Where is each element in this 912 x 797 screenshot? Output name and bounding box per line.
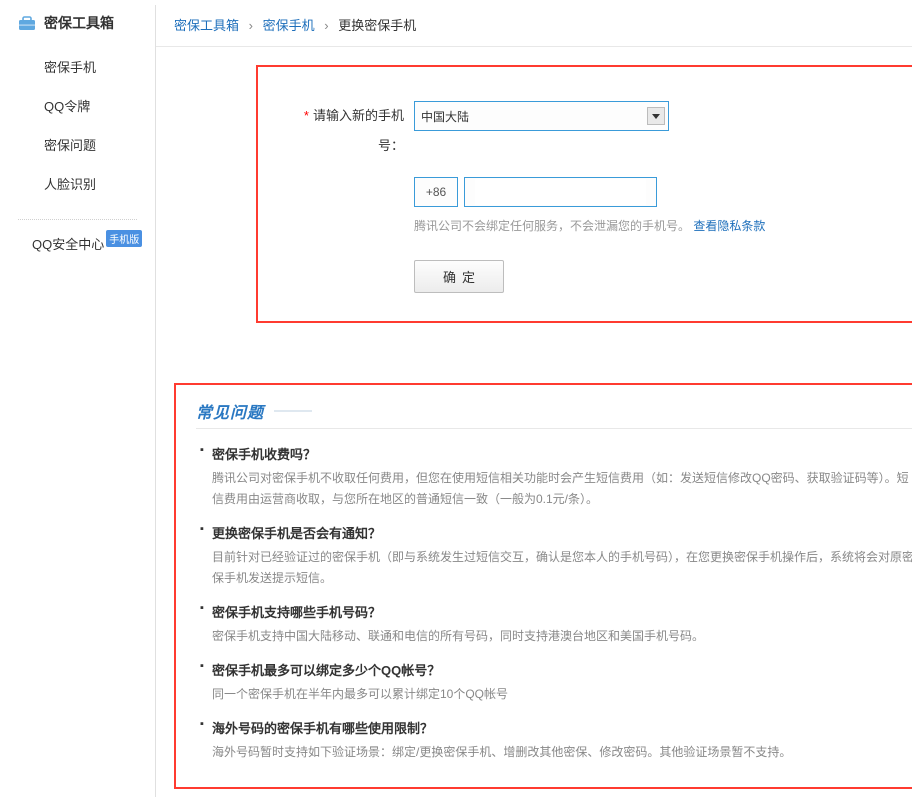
faq: 常见问题 密保手机收费吗？ 腾讯公司对密保手机不收取任何费用，但您在使用短信相关…	[174, 383, 912, 789]
required-mark: *	[304, 108, 309, 123]
hint-text: 腾讯公司不会绑定任何服务，不会泄漏您的手机号。	[414, 219, 690, 233]
faq-question: 密保手机收费吗？	[202, 444, 912, 463]
faq-answer: 目前针对已经验证过的密保手机（即与系统发生过短信交互，确认是您本人的手机号码），…	[202, 547, 912, 589]
breadcrumb-sep: ›	[249, 18, 253, 33]
privacy-link[interactable]: 查看隐私条款	[693, 219, 765, 233]
phone-prefix: +86	[414, 177, 458, 207]
country-selected: 中国大陆	[421, 108, 469, 125]
phone-input-wrap	[464, 177, 657, 207]
faq-question: 密保手机支持哪些手机号码？	[202, 602, 912, 621]
sidebar-item-token[interactable]: QQ令牌	[0, 86, 155, 125]
faq-title-text: 常见问题	[196, 399, 264, 423]
faq-answer: 海外号码暂时支持如下验证场景：绑定/更换密保手机、增删改其他密保、修改密码。其他…	[202, 742, 912, 763]
breadcrumb-phone[interactable]: 密保手机	[263, 18, 315, 33]
breadcrumb-sep: ›	[324, 18, 328, 33]
sidebar-item-question[interactable]: 密保问题	[0, 125, 155, 164]
phone-form: * 请输入新的手机号： 中国大陆 +86 腾讯公司不会绑定任何服务，不会泄漏您的手…	[256, 65, 912, 323]
sidebar-item-face[interactable]: 人脸识别	[0, 164, 155, 203]
phone-input[interactable]	[475, 179, 646, 205]
divider	[18, 219, 137, 220]
faq-item: 密保手机收费吗？ 腾讯公司对密保手机不收取任何费用，但您在使用短信相关功能时会产…	[196, 439, 912, 518]
sidebar: 密保工具箱 密保手机 QQ令牌 密保问题 人脸识别 QQ安全中心手机版	[0, 5, 155, 797]
hint: 腾讯公司不会绑定任何服务，不会泄漏您的手机号。 查看隐私条款	[414, 217, 882, 234]
sidebar-item-label: 人脸识别	[44, 177, 96, 192]
main-content: 密保工具箱 › 密保手机 › 更换密保手机 * 请输入新的手机号： 中国大陆 +8…	[155, 5, 912, 797]
sidebar-item-label: 密保手机	[44, 60, 96, 75]
submit-button[interactable]: 确定	[414, 260, 504, 293]
country-select[interactable]: 中国大陆	[414, 101, 669, 131]
sidebar-header: 密保工具箱	[0, 5, 155, 41]
phone-label: * 请输入新的手机号：	[280, 101, 404, 161]
faq-item: 海外号码的密保手机有哪些使用限制？ 海外号码暂时支持如下验证场景：绑定/更换密保…	[196, 713, 912, 771]
faq-question: 海外号码的密保手机有哪些使用限制？	[202, 718, 912, 737]
sidebar-item-label: 密保问题	[44, 138, 96, 153]
faq-answer: 同一个密保手机在半年内最多可以累计绑定10个QQ帐号	[202, 684, 912, 705]
sidebar-item-security-center[interactable]: QQ安全中心手机版	[0, 226, 155, 253]
toolbox-icon	[18, 15, 36, 31]
faq-title-underline	[274, 410, 312, 412]
faq-answer: 腾讯公司对密保手机不收取任何费用，但您在使用短信相关功能时会产生短信费用（如：发…	[202, 468, 912, 510]
chevron-down-icon	[647, 107, 665, 125]
faq-title: 常见问题	[196, 399, 912, 429]
mobile-badge: 手机版	[106, 230, 142, 247]
faq-item: 更换密保手机是否会有通知？ 目前针对已经验证过的密保手机（即与系统发生过短信交互…	[196, 518, 912, 597]
faq-question: 更换密保手机是否会有通知？	[202, 523, 912, 542]
breadcrumb-current: 更换密保手机	[338, 18, 416, 33]
sidebar-nav: 密保手机 QQ令牌 密保问题 人脸识别	[0, 41, 155, 209]
breadcrumb: 密保工具箱 › 密保手机 › 更换密保手机	[156, 5, 912, 47]
faq-question: 密保手机最多可以绑定多少个QQ帐号？	[202, 660, 912, 679]
faq-item: 密保手机支持哪些手机号码？ 密保手机支持中国大陆移动、联通和电信的所有号码，同时…	[196, 597, 912, 655]
faq-item: 密保手机最多可以绑定多少个QQ帐号？ 同一个密保手机在半年内最多可以累计绑定10…	[196, 655, 912, 713]
phone-prefix-text: +86	[426, 185, 446, 199]
breadcrumb-toolbox[interactable]: 密保工具箱	[174, 18, 239, 33]
faq-list: 密保手机收费吗？ 腾讯公司对密保手机不收取任何费用，但您在使用短信相关功能时会产…	[196, 439, 912, 771]
faq-answer: 密保手机支持中国大陆移动、联通和电信的所有号码，同时支持港澳台地区和美国手机号码…	[202, 626, 912, 647]
sidebar-title: 密保工具箱	[44, 13, 114, 33]
sidebar-item-label: QQ令牌	[44, 99, 90, 114]
phone-label-text: 请输入新的手机号：	[313, 108, 404, 153]
sidebar-item-label: QQ安全中心	[32, 237, 104, 252]
sidebar-item-phone[interactable]: 密保手机	[0, 47, 155, 86]
